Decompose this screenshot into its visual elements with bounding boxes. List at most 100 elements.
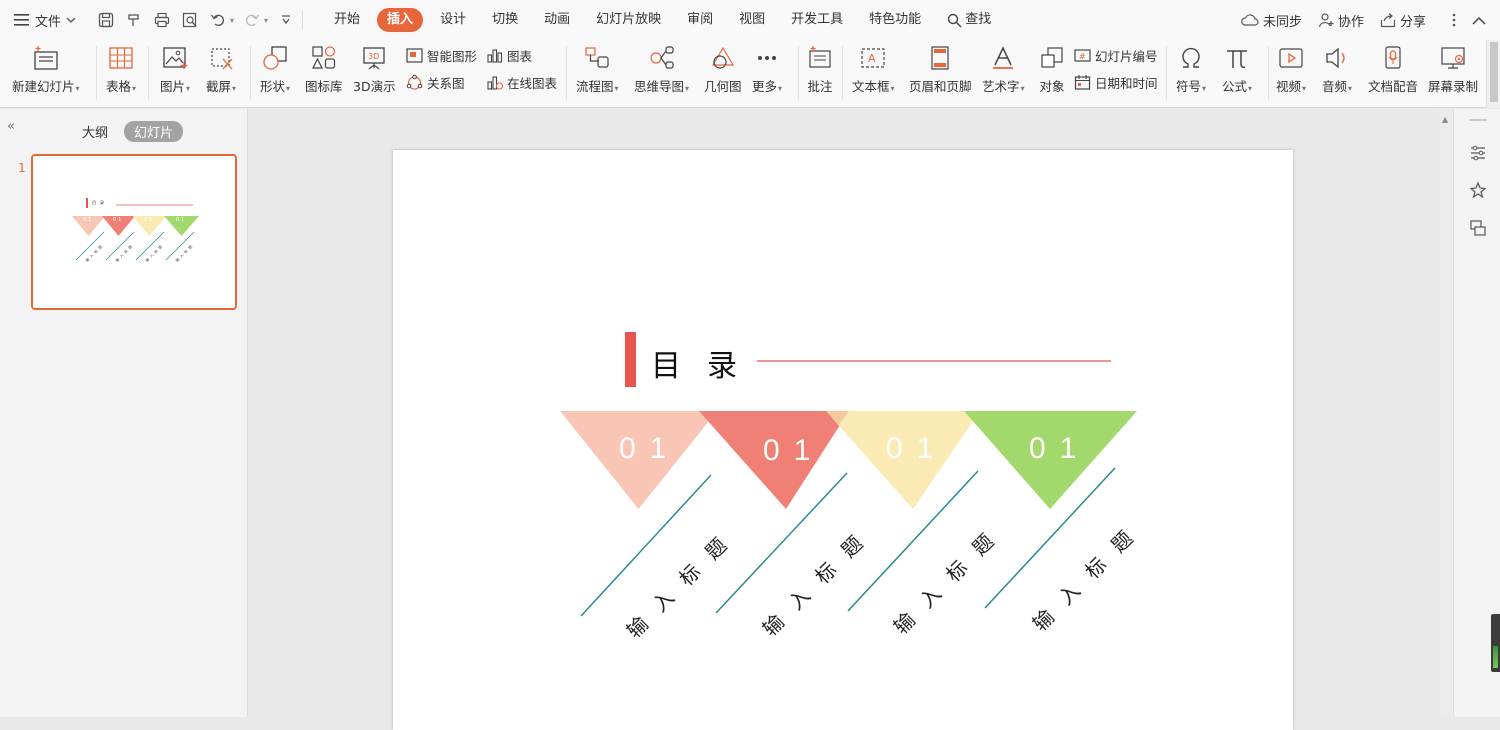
comment-button[interactable]: 批注 [806, 40, 834, 108]
slide-title[interactable]: 目录 [651, 341, 763, 385]
textbox-label: 文本框 [852, 79, 890, 94]
slide-panel: « 大纲 幻灯片 1 目录 01 01 01 01 输入标题 输入标题 输入标题… [0, 109, 248, 717]
tab-features[interactable]: 特色功能 [856, 8, 934, 32]
item-number-1[interactable]: 01 [619, 432, 680, 466]
more-options-button[interactable] [1452, 13, 1456, 27]
svg-text:A: A [868, 52, 876, 65]
file-menu[interactable]: 文件 [0, 0, 88, 40]
picture-icon [161, 44, 189, 72]
tab-review[interactable]: 审阅 [674, 8, 726, 32]
symbol-button[interactable]: 符号▾ [1176, 40, 1206, 108]
doc-voice-label: 文档配音 [1368, 79, 1419, 94]
slide-number: 1 [18, 161, 26, 175]
mindmap-button[interactable]: 思维导图▾ [634, 40, 689, 108]
tab-slides[interactable]: 幻灯片 [124, 121, 184, 142]
header-footer-button[interactable]: 页眉和页脚 [909, 40, 972, 108]
tab-view[interactable]: 视图 [726, 8, 778, 32]
slide-number-button[interactable]: # 幻灯片编号 [1074, 45, 1158, 65]
shape-button[interactable]: 形状▾ [260, 40, 290, 108]
smart-art-button[interactable]: 智能图形 [406, 45, 477, 65]
user-plus-icon [1318, 13, 1334, 28]
picture-label: 图片 [160, 79, 186, 94]
doc-voice-button[interactable]: 文档配音 [1368, 40, 1418, 108]
undo-dropdown-icon[interactable]: ▾ [230, 16, 234, 25]
ribbon-scrollbar[interactable] [1486, 40, 1500, 108]
wordart-button[interactable]: 艺术字▾ [982, 40, 1025, 108]
online-chart-icon [487, 75, 503, 90]
right-side-panel [1453, 109, 1500, 717]
ribbon-separator [798, 46, 799, 100]
ribbon-separator [1166, 46, 1167, 100]
undo-icon[interactable] [208, 10, 228, 30]
presentation-board-icon: 3D [360, 44, 388, 72]
animation-star-icon[interactable] [1468, 180, 1488, 200]
slide-canvas[interactable]: 目录 01 01 01 01 输入标题 输入标题 输入标题 输入标题 [393, 150, 1293, 730]
audio-button[interactable]: 音频▾ [1322, 40, 1352, 108]
collaborate-label: 协作 [1337, 14, 1364, 30]
tab-developer[interactable]: 开发工具 [778, 8, 856, 32]
smart-art-label: 智能图形 [427, 48, 478, 64]
vertical-scrollbar[interactable]: ▲ [1439, 109, 1453, 717]
item-number-2[interactable]: 01 [763, 434, 824, 468]
tab-slideshow[interactable]: 幻灯片放映 [583, 8, 674, 32]
share-button[interactable]: 分享 [1380, 11, 1426, 30]
relation-button[interactable]: 关系图 [406, 72, 465, 92]
wordart-label: 艺术字 [982, 79, 1020, 94]
geometry-label: 几何图 [704, 79, 742, 94]
table-button[interactable]: 表格▾ [106, 40, 136, 108]
tab-transition[interactable]: 切换 [479, 8, 531, 32]
screenshot-icon [207, 44, 235, 72]
save-icon[interactable] [96, 10, 116, 30]
microphone-icon [1379, 44, 1407, 72]
object-button[interactable]: 对象 [1038, 40, 1066, 108]
formula-button[interactable]: 公式▾ [1222, 40, 1252, 108]
wordart-icon [989, 44, 1017, 72]
transition-icon[interactable] [1468, 218, 1488, 238]
print-icon[interactable] [152, 10, 172, 30]
panel-tabs: 大纲 幻灯片 [72, 121, 184, 142]
ribbon-scrollbar-thumb[interactable] [1490, 42, 1498, 102]
screen-record-label: 屏幕录制 [1428, 79, 1479, 94]
chevron-up-icon [1472, 16, 1486, 25]
new-slide-label: 新建幻灯片 [12, 79, 75, 94]
smart-art-icon [406, 47, 423, 63]
tab-insert[interactable]: 插入 [377, 8, 424, 32]
geometry-button[interactable]: 几何图 [704, 40, 742, 108]
customize-toolbar-icon[interactable] [276, 10, 296, 30]
video-button[interactable]: 视频▾ [1276, 40, 1306, 108]
chart-button[interactable]: 图表 [486, 45, 532, 65]
search-button[interactable]: 查找 [934, 8, 1004, 32]
icon-library-button[interactable]: 图标库 [305, 40, 343, 108]
more-button[interactable]: 更多▾ [752, 40, 782, 108]
properties-icon[interactable] [1468, 143, 1488, 163]
collapse-panel-icon[interactable]: « [7, 119, 15, 134]
textbox-button[interactable]: A 文本框▾ [852, 40, 895, 108]
tab-design[interactable]: 设计 [427, 8, 479, 32]
date-time-button[interactable]: 日期和时间 [1074, 72, 1158, 92]
svg-text:3D: 3D [368, 52, 379, 61]
demo-3d-button[interactable]: 3D 3D演示 [353, 40, 396, 108]
collaborate-button[interactable]: 协作 [1318, 11, 1364, 30]
screen-record-button[interactable]: 屏幕录制 [1428, 40, 1478, 108]
print-preview-icon[interactable] [180, 10, 200, 30]
svg-text:#: # [1079, 52, 1086, 61]
tab-home[interactable]: 开始 [321, 8, 373, 32]
collapse-ribbon-button[interactable] [1472, 16, 1486, 25]
cloud-icon [1241, 14, 1259, 26]
tab-animation[interactable]: 动画 [531, 8, 583, 32]
scroll-up-icon[interactable]: ▲ [1442, 115, 1448, 124]
new-slide-button[interactable]: 新建幻灯片▾ [12, 40, 80, 108]
item-number-4[interactable]: 01 [1029, 432, 1090, 466]
sync-status-button[interactable]: 未同步 [1241, 11, 1302, 30]
new-slide-icon [32, 44, 60, 72]
item-number-3[interactable]: 01 [886, 432, 947, 466]
slide-thumbnail[interactable]: 目录 01 01 01 01 输入标题 输入标题 输入标题 输入标题 [31, 154, 237, 310]
tab-outline[interactable]: 大纲 [72, 121, 118, 142]
table-label: 表格 [106, 79, 132, 94]
picture-button[interactable]: 图片▾ [160, 40, 190, 108]
format-painter-icon[interactable] [124, 10, 144, 30]
online-chart-button[interactable]: 在线图表 [486, 72, 557, 92]
flowchart-button[interactable]: 流程图▾ [576, 40, 619, 108]
ribbon-toolbar: 新建幻灯片▾ 表格▾ 图片▾ 截屏▾ 形状▾ 图标库 3D 3D演示 智能图形 … [0, 40, 1500, 108]
screenshot-button[interactable]: 截屏▾ [206, 40, 236, 108]
